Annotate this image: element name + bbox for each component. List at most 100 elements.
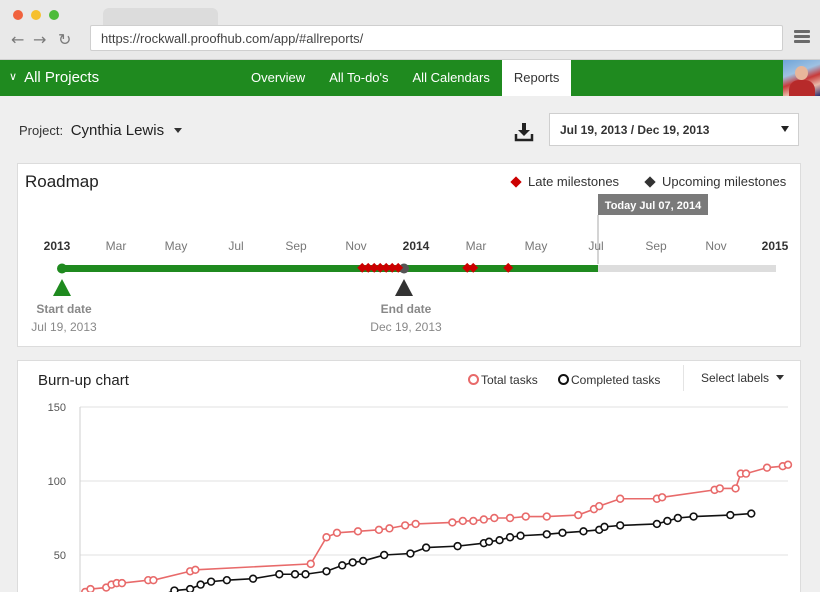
completed-tasks-point[interactable]	[453, 541, 462, 551]
completed-tasks-point[interactable]	[359, 556, 368, 566]
total-tasks-point[interactable]	[783, 460, 793, 469]
completed-tasks-point[interactable]	[689, 512, 698, 521]
completed-tasks-point[interactable]	[579, 527, 588, 536]
project-label: Project:	[19, 123, 64, 138]
total-tasks-line	[84, 463, 789, 592]
nav-tabs: Overview All To-do's All Calendars Repor…	[239, 60, 572, 96]
total-tasks-point[interactable]	[594, 501, 604, 511]
today-label: Today Jul 07, 2014	[605, 200, 702, 212]
total-tasks-point[interactable]	[657, 493, 667, 502]
total-tasks-point[interactable]	[542, 512, 551, 521]
total-tasks-point[interactable]	[479, 515, 489, 524]
hamburger-menu-icon[interactable]	[794, 30, 810, 44]
completed-tasks-point[interactable]	[673, 513, 683, 523]
completed-tasks-point[interactable]	[615, 521, 625, 530]
project-name: Cynthia Lewis	[70, 122, 165, 139]
completed-tasks-point[interactable]	[206, 577, 216, 586]
completed-tasks-point[interactable]	[505, 533, 515, 542]
total-tasks-point[interactable]	[448, 518, 457, 527]
date-range-value: Jul 19, 2013 / Dec 19, 2013	[560, 123, 710, 137]
completed-tasks-point[interactable]	[663, 516, 672, 526]
download-icon[interactable]	[514, 122, 534, 142]
completed-tasks-point[interactable]	[348, 558, 357, 567]
total-tasks-point[interactable]	[374, 525, 384, 535]
completed-tasks-point[interactable]	[196, 580, 205, 589]
completed-tasks-point[interactable]	[248, 574, 258, 583]
total-tasks-point[interactable]	[322, 533, 331, 542]
burnup-card: Burn-up chart Total tasks Completed task…	[17, 360, 801, 592]
completed-tasks-point[interactable]	[301, 570, 310, 579]
completed-tasks-point[interactable]	[421, 543, 431, 552]
date-range-select[interactable]: Jul 19, 2013 / Dec 19, 2013	[549, 113, 799, 146]
dropdown-arrow-icon	[781, 126, 789, 132]
completed-tasks-point[interactable]	[600, 522, 609, 532]
completed-tasks-point[interactable]	[170, 586, 179, 592]
completed-tasks-point[interactable]	[290, 570, 300, 579]
total-tasks-point[interactable]	[385, 524, 394, 533]
end-date-title: End date	[381, 302, 432, 316]
completed-tasks-point[interactable]	[516, 531, 525, 540]
completed-tasks-point[interactable]	[484, 537, 494, 546]
total-tasks-point[interactable]	[521, 512, 530, 521]
reload-icon[interactable]: ↻	[58, 30, 71, 49]
project-selector[interactable]: Project: Cynthia Lewis	[19, 122, 182, 139]
completed-tasks-point[interactable]	[558, 528, 567, 538]
completed-tasks-point[interactable]	[185, 584, 195, 592]
completed-tasks-point[interactable]	[338, 561, 347, 570]
total-tasks-point[interactable]	[306, 559, 315, 569]
arrow-left-icon[interactable]: ←	[11, 30, 24, 49]
month-label: Mar	[106, 239, 127, 253]
total-tasks-point[interactable]	[149, 575, 158, 585]
window-minimize-dot[interactable]	[31, 10, 41, 20]
burnup-chart-plot: 50 100 150	[48, 402, 793, 592]
arrow-right-icon[interactable]: →	[33, 30, 46, 49]
total-tasks-point[interactable]	[458, 516, 468, 526]
app-nav-bar: ∨ All Projects Overview All To-do's All C…	[0, 60, 783, 96]
completed-tasks-point[interactable]	[542, 530, 551, 539]
tab-overview[interactable]: Overview	[239, 60, 317, 96]
timeline-progress-bar	[62, 265, 598, 272]
completed-tasks-point[interactable]	[275, 570, 284, 579]
month-label: May	[165, 239, 188, 253]
start-dot	[57, 263, 67, 274]
month-label: 2015	[762, 239, 789, 253]
tab-all-todos[interactable]: All To-do's	[317, 60, 400, 96]
y-tick-label: 50	[54, 550, 66, 562]
total-tasks-point[interactable]	[411, 519, 420, 529]
window-maximize-dot[interactable]	[49, 10, 59, 20]
completed-tasks-point[interactable]	[406, 549, 415, 558]
total-tasks-point[interactable]	[191, 565, 200, 575]
total-tasks-point[interactable]	[574, 510, 583, 520]
total-tasks-point[interactable]	[490, 513, 499, 523]
tab-reports[interactable]: Reports	[501, 60, 572, 96]
all-projects-menu[interactable]: ∨ All Projects	[9, 60, 99, 96]
total-tasks-point[interactable]	[615, 494, 625, 503]
total-tasks-point[interactable]	[117, 578, 127, 588]
total-tasks-point[interactable]	[505, 513, 515, 523]
completed-tasks-point[interactable]	[222, 575, 232, 585]
total-tasks-point[interactable]	[400, 521, 410, 530]
completed-tasks-point[interactable]	[379, 550, 389, 560]
total-tasks-point[interactable]	[762, 463, 772, 472]
total-tasks-point[interactable]	[741, 469, 751, 478]
total-tasks-point[interactable]	[353, 527, 363, 536]
tab-all-calendars[interactable]: All Calendars	[401, 60, 502, 96]
completed-tasks-point[interactable]	[747, 509, 756, 518]
avatar[interactable]	[783, 60, 820, 96]
window-close-dot[interactable]	[13, 10, 23, 20]
completed-tasks-point[interactable]	[322, 567, 331, 576]
reports-page: Project: Cynthia Lewis Jul 19, 2013 / De…	[0, 96, 820, 592]
timeline-remaining-bar	[598, 265, 776, 272]
total-tasks-point[interactable]	[86, 584, 95, 592]
start-marker-icon	[53, 279, 71, 296]
total-tasks-point[interactable]	[332, 528, 342, 538]
completed-tasks-point[interactable]	[495, 536, 504, 545]
completed-tasks-point[interactable]	[652, 519, 662, 529]
completed-tasks-point[interactable]	[726, 510, 735, 520]
chevron-down-icon: ∨	[9, 71, 18, 83]
roadmap-timeline: Today Jul 07, 2014 2013 Mar May Jul Sep …	[31, 194, 789, 334]
address-bar[interactable]: https://rockwall.proofhub.com/app/#allre…	[90, 25, 783, 51]
total-tasks-point[interactable]	[469, 516, 478, 526]
total-tasks-point[interactable]	[715, 484, 725, 493]
total-tasks-point[interactable]	[731, 484, 740, 493]
